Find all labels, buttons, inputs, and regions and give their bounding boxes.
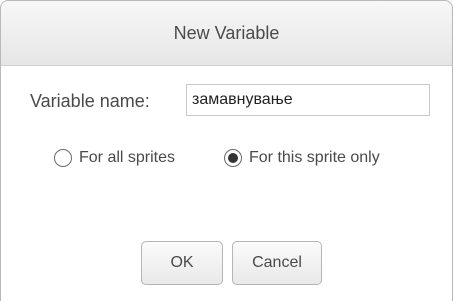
dialog-titlebar: New Variable <box>0 0 453 66</box>
radio-for-all-sprites[interactable]: For all sprites <box>54 149 175 167</box>
ok-button[interactable]: OK <box>141 241 223 285</box>
radio-for-this-sprite-only[interactable]: For this sprite only <box>224 149 380 167</box>
variable-name-label: Variable name: <box>30 91 150 111</box>
radio-selected-icon[interactable] <box>224 149 242 167</box>
dialog-title: New Variable <box>173 22 280 43</box>
new-variable-dialog: New Variable Variable name: For all spri… <box>0 0 453 301</box>
variable-name-input[interactable] <box>186 84 430 116</box>
radio-for-all-sprites-label: For all sprites <box>79 149 176 166</box>
radio-for-this-sprite-only-label: For this sprite only <box>249 149 380 166</box>
cancel-button[interactable]: Cancel <box>232 241 322 285</box>
radio-dot <box>228 153 238 163</box>
dialog-body: Variable name: For all sprites For this … <box>0 66 453 301</box>
radio-unselected-icon[interactable] <box>54 149 72 167</box>
